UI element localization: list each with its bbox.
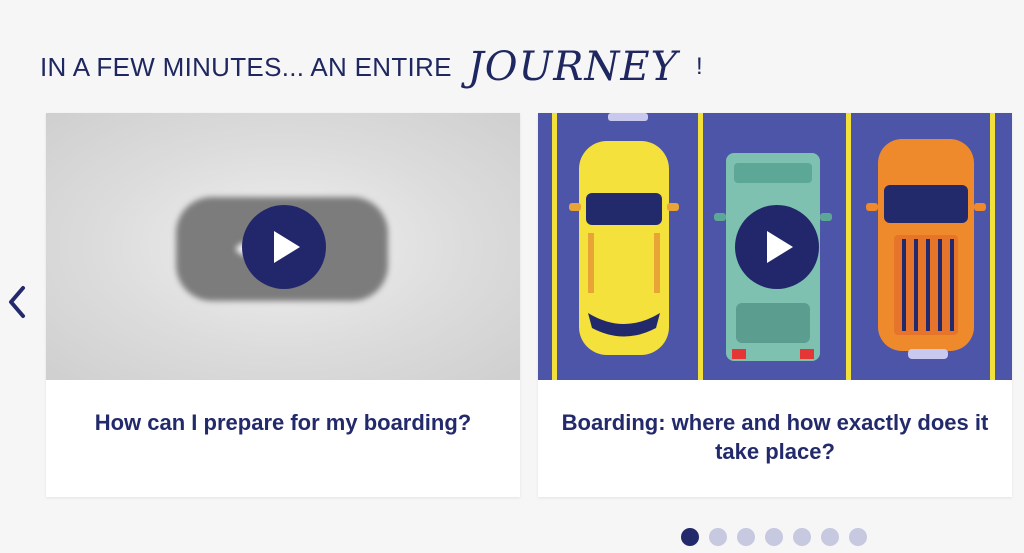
carousel-dot[interactable] xyxy=(793,528,811,546)
carousel-prev-button[interactable] xyxy=(4,282,30,322)
video-thumbnail[interactable] xyxy=(538,113,1012,380)
video-thumbnail[interactable] xyxy=(46,113,520,380)
heading-accent-word: JOURNEY xyxy=(467,44,679,90)
section-heading: IN A FEW MINUTES... AN ENTIRE JOURNEY ! xyxy=(40,44,703,90)
orange-car xyxy=(866,139,986,359)
heading-exclamation: ! xyxy=(696,53,703,80)
carousel-dot[interactable] xyxy=(681,528,699,546)
play-icon xyxy=(767,231,793,263)
video-title[interactable]: How can I prepare for my boarding? xyxy=(46,380,520,497)
carousel-dot[interactable] xyxy=(709,528,727,546)
video-title[interactable]: Boarding: where and how exactly does it … xyxy=(538,380,1012,497)
carousel-dot[interactable] xyxy=(765,528,783,546)
yellow-car xyxy=(569,141,679,355)
carousel-pagination xyxy=(681,528,867,546)
play-button[interactable] xyxy=(242,205,326,289)
play-button[interactable] xyxy=(735,205,819,289)
video-card[interactable]: Boarding: where and how exactly does it … xyxy=(538,113,1012,497)
video-card[interactable]: How can I prepare for my boarding? xyxy=(46,113,520,497)
play-icon xyxy=(274,231,300,263)
heading-text: IN A FEW MINUTES... AN ENTIRE xyxy=(40,51,452,82)
carousel-dot[interactable] xyxy=(821,528,839,546)
carousel-dot[interactable] xyxy=(849,528,867,546)
carousel-dot[interactable] xyxy=(737,528,755,546)
chevron-left-icon xyxy=(9,286,25,318)
